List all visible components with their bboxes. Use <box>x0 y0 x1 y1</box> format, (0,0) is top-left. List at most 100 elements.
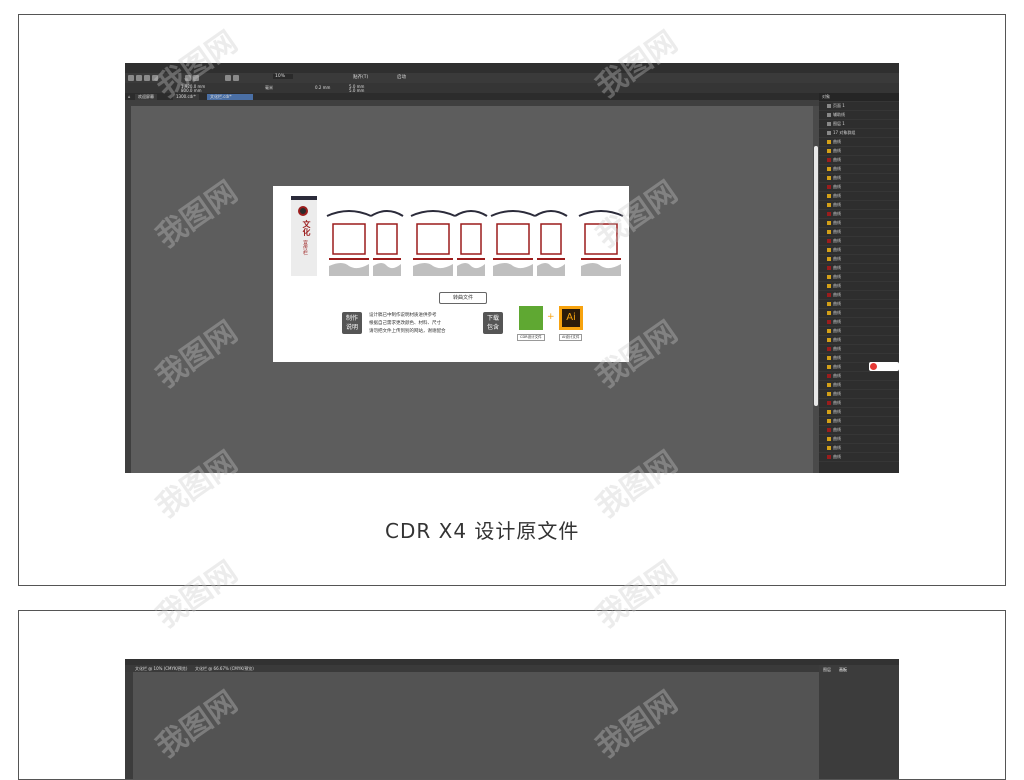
docker-row-label: 曲线 <box>833 283 841 288</box>
docker-row[interactable]: 曲线 <box>819 381 899 390</box>
object-swatch-icon <box>827 311 831 315</box>
panel-bar <box>493 258 533 260</box>
docker-row[interactable]: 曲线 <box>819 435 899 444</box>
docker-row[interactable]: 曲线 <box>819 336 899 345</box>
docker-row[interactable]: 曲线 <box>819 291 899 300</box>
docker-row[interactable]: 曲线 <box>819 318 899 327</box>
object-swatch-icon <box>827 230 831 234</box>
docker-row-label: 曲线 <box>833 382 841 387</box>
panel-roof <box>534 210 568 217</box>
docker-row[interactable]: 曲线 <box>819 345 899 354</box>
panel-bar <box>537 258 565 260</box>
docker-row[interactable]: 曲线 <box>819 273 899 282</box>
object-swatch-icon <box>827 131 831 135</box>
docker-row[interactable]: 曲线 <box>819 183 899 192</box>
docker-row[interactable]: 曲线 <box>819 219 899 228</box>
panel-bar <box>457 258 485 260</box>
object-swatch-icon <box>827 158 831 162</box>
convert-file-button[interactable]: 转曲文件 <box>439 292 487 304</box>
open-file-icon[interactable] <box>136 75 142 81</box>
docker-row[interactable]: 图层 1 <box>819 120 899 129</box>
import-icon[interactable] <box>225 75 231 81</box>
culture-panel <box>454 210 488 276</box>
docker-row[interactable]: 曲线 <box>819 309 899 318</box>
object-swatch-icon <box>827 392 831 396</box>
docker-row-label: 曲线 <box>833 148 841 153</box>
object-swatch-icon <box>827 248 831 252</box>
docker-row[interactable]: 曲线 <box>819 156 899 165</box>
docker-row[interactable]: 曲线 <box>819 399 899 408</box>
docker-row[interactable]: 曲线 <box>819 282 899 291</box>
docker-row[interactable]: 曲线 <box>819 228 899 237</box>
docker-row[interactable]: 曲线 <box>819 417 899 426</box>
docker-row-label: 曲线 <box>833 454 841 459</box>
docker-row[interactable]: 17 对象群组 <box>819 129 899 138</box>
docker-row[interactable]: 曲线 <box>819 174 899 183</box>
download-includes-label: 下载包含 <box>483 312 503 334</box>
new-file-icon[interactable] <box>128 75 134 81</box>
object-swatch-icon <box>827 320 831 324</box>
docker-row-label: 曲线 <box>833 265 841 270</box>
object-swatch-icon <box>827 194 831 198</box>
docker-row[interactable]: 曲线 <box>819 165 899 174</box>
docker-row[interactable]: 曲线 <box>819 408 899 417</box>
docker-row[interactable]: 曲线 <box>819 192 899 201</box>
artboards-tab[interactable]: 画板 <box>839 667 847 673</box>
export-icon[interactable] <box>233 75 239 81</box>
docker-row[interactable]: 曲线 <box>819 426 899 435</box>
docker-row-label: 曲线 <box>833 409 841 414</box>
layers-tab[interactable]: 图层 <box>823 667 831 673</box>
instruction-line-2: 根据自己需求更改颜色、材料、尺寸 <box>369 321 441 326</box>
docker-row[interactable]: 曲线 <box>819 372 899 381</box>
docker-row[interactable]: 曲线 <box>819 138 899 147</box>
zoom-level[interactable]: 10% <box>273 74 294 79</box>
docker-row[interactable]: 曲线 <box>819 390 899 399</box>
docker-row[interactable]: 曲线 <box>819 237 899 246</box>
docker-row[interactable]: 曲线 <box>819 210 899 219</box>
docker-row[interactable]: 曲线 <box>819 300 899 309</box>
object-swatch-icon <box>827 293 831 297</box>
instruction-line-3: 请勿把文件上传到别的网站，谢谢配合 <box>369 329 446 334</box>
vertical-ruler <box>125 106 131 473</box>
docker-row[interactable]: 曲线 <box>819 327 899 336</box>
docker-row[interactable]: 曲线 <box>819 201 899 210</box>
panel-base <box>537 263 565 276</box>
outline-width-field[interactable]: 0.2 mm <box>315 85 330 90</box>
docker-row[interactable]: 曲线 <box>819 453 899 462</box>
property-bar: 1,920.0 mm 800.0 mm 毫米 0.2 mm 5.0 mm 5.0… <box>125 83 899 93</box>
ai-tools-panel <box>125 672 133 779</box>
docker-row-label: 曲线 <box>833 301 841 306</box>
panel-bar <box>329 258 369 260</box>
docker-row[interactable]: 曲线 <box>819 264 899 273</box>
docker-row[interactable]: 辅助线 <box>819 111 899 120</box>
docker-row-label: 17 对象群组 <box>833 130 856 135</box>
ai-tab-1[interactable]: 文化栏 @ 10% (CMYK/预览) <box>135 666 187 672</box>
ai-tab-2[interactable]: 文化栏 @ 66.67% (CMYK/预览) <box>195 666 254 672</box>
ai-layers-panel: 图层 画板 <box>819 665 899 779</box>
docker-row-label: 曲线 <box>833 256 841 261</box>
docker-object-list: 页面 1 辅助线 图层 1 17 对象群组 曲线 曲线 曲线 曲线 曲线 曲线 曲线 曲线 曲线 曲线 曲线… <box>819 102 899 462</box>
docker-row[interactable]: 页面 1 <box>819 102 899 111</box>
panel-roof <box>410 210 456 217</box>
docker-row-label: 曲线 <box>833 220 841 225</box>
design-page: 文化 宣传栏 转曲文件 制作说明 设计稿已中制作说明材质进供参考 根据自己需求更… <box>273 186 629 362</box>
snap-menu[interactable]: 贴齐(T) <box>353 74 368 80</box>
scrollbar-thumb[interactable] <box>814 146 818 406</box>
object-swatch-icon <box>827 257 831 261</box>
object-swatch-icon <box>827 383 831 387</box>
docker-row[interactable]: 曲线 <box>819 444 899 453</box>
docker-row[interactable]: 曲线 <box>819 147 899 156</box>
panel-frame <box>376 223 398 255</box>
unit-select[interactable]: 毫米 <box>265 85 273 91</box>
docker-row-label: 曲线 <box>833 211 841 216</box>
object-swatch-icon <box>827 419 831 423</box>
object-swatch-icon <box>827 275 831 279</box>
object-swatch-icon <box>827 338 831 342</box>
docker-row[interactable]: 曲线 <box>819 255 899 264</box>
docker-row[interactable]: 曲线 <box>819 246 899 255</box>
panel-frame <box>416 223 450 255</box>
docker-row-label: 页面 1 <box>833 103 845 108</box>
launch-menu[interactable]: 启动 <box>397 74 406 80</box>
culture-panel <box>410 210 456 276</box>
docker-row-label: 曲线 <box>833 247 841 252</box>
